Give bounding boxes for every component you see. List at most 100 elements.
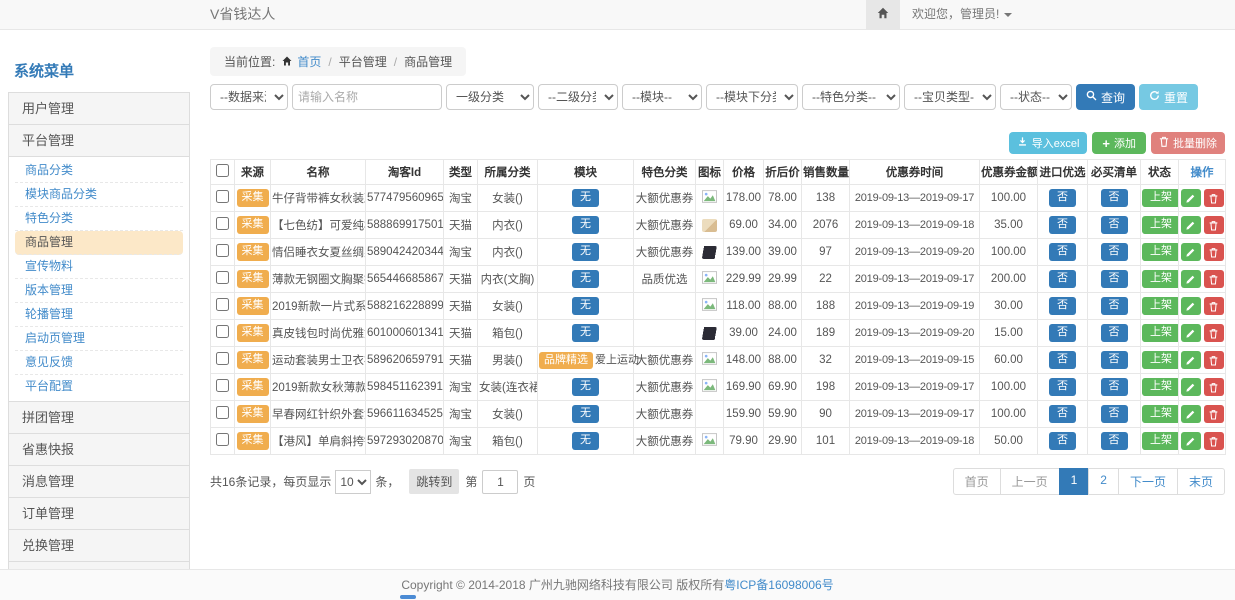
import-badge[interactable]: 否 xyxy=(1049,405,1076,423)
import-badge[interactable]: 否 xyxy=(1049,243,1076,261)
data-source-select[interactable]: --数据来源-- xyxy=(210,84,288,110)
user-menu[interactable]: 欢迎您，管理员! xyxy=(912,0,1012,29)
row-checkbox[interactable] xyxy=(216,244,229,257)
sidebar-item-group-buy-mgmt[interactable]: 拼团管理 xyxy=(8,401,190,434)
jump-button[interactable]: 跳转到 xyxy=(409,469,459,494)
delete-button[interactable] xyxy=(1204,243,1224,261)
sidebar-subitem-goods-mgmt[interactable]: 商品管理 xyxy=(15,231,183,255)
page-button-1[interactable]: 1 xyxy=(1059,468,1090,495)
page-button-首页[interactable]: 首页 xyxy=(953,468,1001,495)
must-buy-badge[interactable]: 否 xyxy=(1101,297,1128,315)
import-badge[interactable]: 否 xyxy=(1049,216,1076,234)
module-sub-category-select[interactable]: --模块下分类-- xyxy=(706,84,798,110)
status-badge[interactable]: 上架 xyxy=(1142,216,1179,234)
sidebar-subitem-goods-category[interactable]: 商品分类 xyxy=(15,159,183,183)
name-search-input[interactable] xyxy=(292,84,442,110)
level2-category-select[interactable]: --二级分类-- xyxy=(538,84,618,110)
edit-button[interactable] xyxy=(1181,189,1201,207)
page-button-2[interactable]: 2 xyxy=(1088,468,1119,495)
feature-category-select[interactable]: --特色分类-- xyxy=(802,84,900,110)
delete-button[interactable] xyxy=(1204,378,1224,396)
row-checkbox[interactable] xyxy=(216,379,229,392)
item-type-select[interactable]: --宝贝类型-- xyxy=(904,84,996,110)
must-buy-badge[interactable]: 否 xyxy=(1101,189,1128,207)
per-page-select[interactable]: 10 xyxy=(335,470,371,494)
status-badge[interactable]: 上架 xyxy=(1142,324,1179,342)
edit-button[interactable] xyxy=(1181,405,1201,423)
must-buy-badge[interactable]: 否 xyxy=(1101,378,1128,396)
import-badge[interactable]: 否 xyxy=(1049,189,1076,207)
status-badge[interactable]: 上架 xyxy=(1142,297,1179,315)
row-checkbox[interactable] xyxy=(216,406,229,419)
status-badge[interactable]: 上架 xyxy=(1142,270,1179,288)
page-button-下一页[interactable]: 下一页 xyxy=(1118,468,1178,495)
must-buy-badge[interactable]: 否 xyxy=(1101,351,1128,369)
edit-button[interactable] xyxy=(1181,324,1201,342)
must-buy-badge[interactable]: 否 xyxy=(1101,324,1128,342)
delete-button[interactable] xyxy=(1204,351,1224,369)
status-badge[interactable]: 上架 xyxy=(1142,189,1179,207)
row-checkbox[interactable] xyxy=(216,217,229,230)
delete-button[interactable] xyxy=(1204,405,1224,423)
sidebar-item-platform-mgmt[interactable]: 平台管理 xyxy=(8,124,190,157)
status-badge[interactable]: 上架 xyxy=(1142,351,1179,369)
status-badge[interactable]: 上架 xyxy=(1142,405,1179,423)
row-checkbox[interactable] xyxy=(216,190,229,203)
sidebar-subitem-platform-config[interactable]: 平台配置 xyxy=(15,375,183,399)
must-buy-badge[interactable]: 否 xyxy=(1101,405,1128,423)
sidebar-subitem-feature-category[interactable]: 特色分类 xyxy=(15,207,183,231)
jump-page-input[interactable] xyxy=(482,470,518,494)
edit-button[interactable] xyxy=(1181,216,1201,234)
sidebar-item-message-mgmt[interactable]: 消息管理 xyxy=(8,465,190,498)
import-badge[interactable]: 否 xyxy=(1049,432,1076,450)
sidebar-item-order-mgmt[interactable]: 订单管理 xyxy=(8,497,190,530)
row-checkbox[interactable] xyxy=(216,298,229,311)
delete-button[interactable] xyxy=(1204,432,1224,450)
reset-button[interactable]: 重置 xyxy=(1139,84,1198,110)
import-excel-button[interactable]: 导入excel xyxy=(1009,132,1088,154)
import-badge[interactable]: 否 xyxy=(1049,270,1076,288)
level1-category-select[interactable]: 一级分类 xyxy=(446,84,534,110)
icp-link[interactable]: 粤ICP备16098006号 xyxy=(724,578,833,592)
must-buy-badge[interactable]: 否 xyxy=(1101,270,1128,288)
must-buy-badge[interactable]: 否 xyxy=(1101,432,1128,450)
select-all-checkbox[interactable] xyxy=(216,164,229,177)
edit-button[interactable] xyxy=(1181,351,1201,369)
import-badge[interactable]: 否 xyxy=(1049,324,1076,342)
must-buy-badge[interactable]: 否 xyxy=(1101,216,1128,234)
status-badge[interactable]: 上架 xyxy=(1142,378,1179,396)
batch-delete-button[interactable]: 批量删除 xyxy=(1151,132,1225,154)
delete-button[interactable] xyxy=(1204,297,1224,315)
search-button[interactable]: 查询 xyxy=(1076,84,1135,110)
scrollbar-thumb[interactable] xyxy=(400,595,416,599)
status-badge[interactable]: 上架 xyxy=(1142,243,1179,261)
row-checkbox[interactable] xyxy=(216,352,229,365)
sidebar-subitem-version-mgmt[interactable]: 版本管理 xyxy=(15,279,183,303)
sidebar-subitem-feedback[interactable]: 意见反馈 xyxy=(15,351,183,375)
sidebar-subitem-carousel-mgmt[interactable]: 轮播管理 xyxy=(15,303,183,327)
page-button-末页[interactable]: 末页 xyxy=(1177,468,1225,495)
sidebar-subitem-splash-mgmt[interactable]: 启动页管理 xyxy=(15,327,183,351)
sidebar-item-express-news[interactable]: 省惠快报 xyxy=(8,433,190,466)
page-button-上一页[interactable]: 上一页 xyxy=(1000,468,1060,495)
edit-button[interactable] xyxy=(1181,270,1201,288)
delete-button[interactable] xyxy=(1204,324,1224,342)
sidebar-subitem-promo-material[interactable]: 宣传物料 xyxy=(15,255,183,279)
edit-button[interactable] xyxy=(1181,243,1201,261)
import-badge[interactable]: 否 xyxy=(1049,297,1076,315)
must-buy-badge[interactable]: 否 xyxy=(1101,243,1128,261)
sidebar-item-user-mgmt[interactable]: 用户管理 xyxy=(8,92,190,125)
import-badge[interactable]: 否 xyxy=(1049,378,1076,396)
delete-button[interactable] xyxy=(1204,270,1224,288)
breadcrumb-home-link[interactable]: 首页 xyxy=(297,53,321,70)
sidebar-item-exchange-mgmt[interactable]: 兑换管理 xyxy=(8,529,190,562)
edit-button[interactable] xyxy=(1181,432,1201,450)
edit-button[interactable] xyxy=(1181,297,1201,315)
edit-button[interactable] xyxy=(1181,378,1201,396)
row-checkbox[interactable] xyxy=(216,325,229,338)
delete-button[interactable] xyxy=(1204,216,1224,234)
row-checkbox[interactable] xyxy=(216,433,229,446)
sidebar-subitem-module-goods-category[interactable]: 模块商品分类 xyxy=(15,183,183,207)
import-badge[interactable]: 否 xyxy=(1049,351,1076,369)
status-badge[interactable]: 上架 xyxy=(1142,432,1179,450)
